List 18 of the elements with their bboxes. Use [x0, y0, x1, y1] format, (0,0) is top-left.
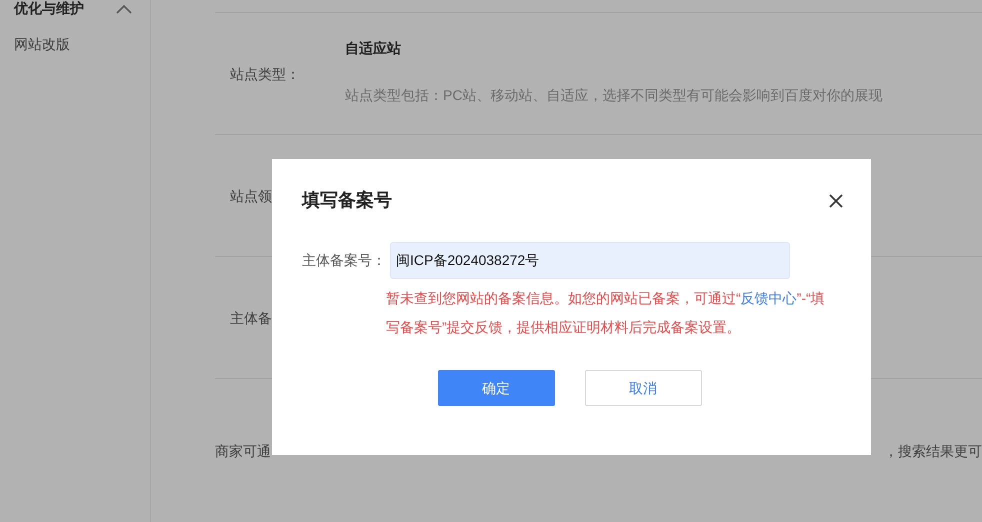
feedback-link[interactable]: 反馈中心 — [740, 290, 797, 306]
site-type-hint: 站点类型包括：PC站、移动站、自适应，选择不同类型有可能会影响到百度对你的展现 — [345, 86, 882, 104]
sidebar-section-title: 优化与维护 — [14, 0, 84, 18]
close-icon[interactable] — [829, 194, 843, 208]
dialog-title: 填写备案号 — [302, 189, 392, 212]
sidebar-item[interactable]: 网站改版 — [0, 34, 150, 55]
record-number-field[interactable]: 闽ICP备2024038272号 — [390, 242, 790, 279]
row-label: 站点类型： — [230, 66, 300, 82]
footer-text: 商家可通 — [215, 442, 271, 461]
site-type-value: 自适应站 — [345, 38, 402, 58]
cancel-button[interactable]: 取消 — [584, 370, 702, 406]
row-label: 站点领 — [230, 188, 272, 204]
error-message: 暂未查到您网站的备案信息。如您的网站已备案，可通过“反馈中心”-“填写备案号”提交反馈，提供相应证明材料后完成备案设置。 — [386, 289, 826, 337]
row-label: 主体备 — [230, 310, 272, 326]
confirm-button[interactable]: 确定 — [438, 370, 554, 406]
chevron-up-icon[interactable] — [116, 4, 132, 14]
field-label: 主体备案号： — [302, 251, 387, 270]
footer-text: ，搜索结果更可 — [884, 442, 982, 461]
